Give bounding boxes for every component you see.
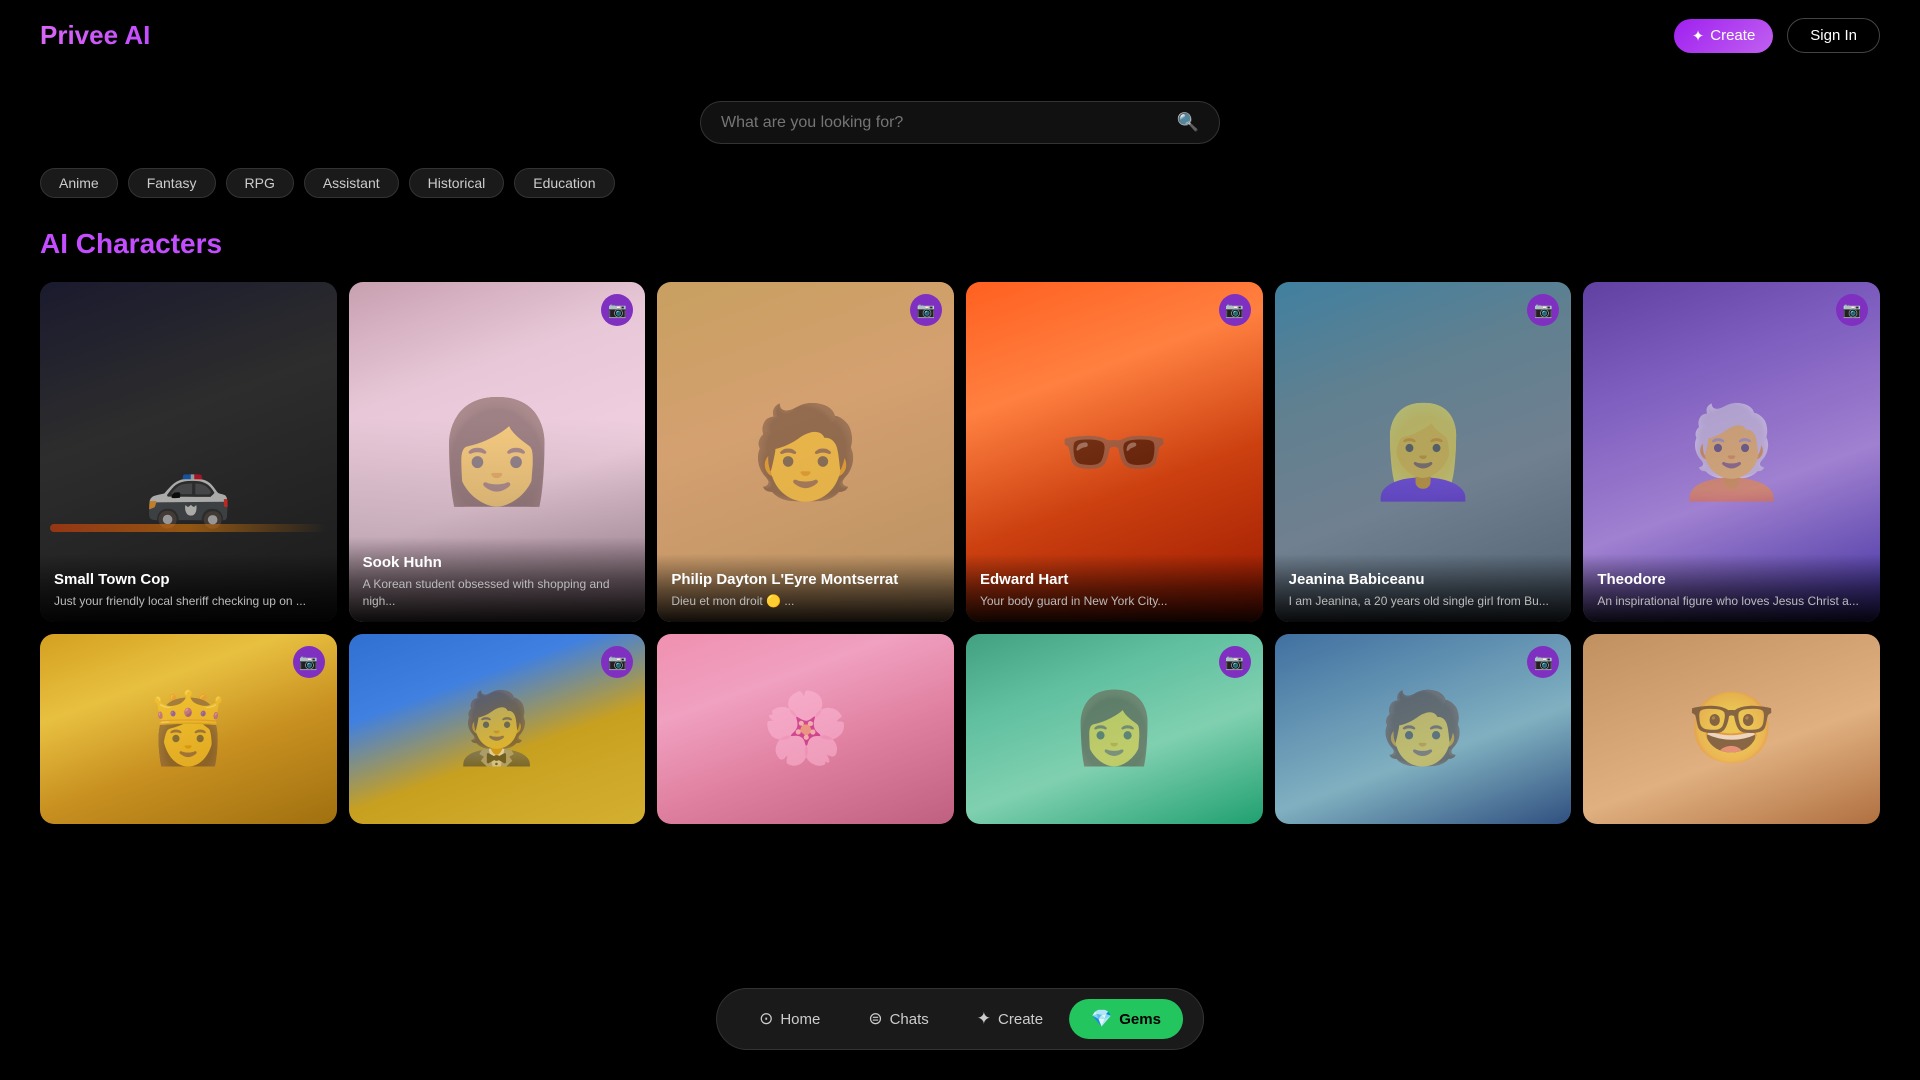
char-overlay: Sook Huhn A Korean student obsessed with… [349,537,646,622]
char-overlay: Edward Hart Your body guard in New York … [966,554,1263,622]
header-actions: ✦ Create Sign In [1674,18,1880,53]
nav-chats-label: Chats [890,1011,929,1028]
char-name: Jeanina Babiceanu [1289,570,1558,590]
character-card-suit-man[interactable]: 🤵 📷 [349,634,646,824]
camera-icon: 📷 [1534,301,1553,319]
nav-gems-label: Gems [1119,1011,1161,1028]
camera-badge: 📷 [910,294,942,326]
character-card-philip-dayton[interactable]: 🧑 📷 Philip Dayton L'Eyre Montserrat Dieu… [657,282,954,622]
create-button[interactable]: ✦ Create [1674,19,1774,53]
nav-gems[interactable]: 💎 Gems [1069,999,1183,1039]
char-name: Theodore [1597,570,1866,590]
char-overlay: Jeanina Babiceanu I am Jeanina, a 20 yea… [1275,554,1572,622]
character-card-sakura-girl[interactable]: 🌸 [657,634,954,824]
nav-chats[interactable]: ⊜ Chats [846,999,950,1039]
char-name: Small Town Cop [54,570,323,590]
home-icon: ⊙ [759,1009,773,1029]
char-desc: Dieu et mon droit 🟡 ... [671,593,940,610]
character-card-theodore[interactable]: 🧑‍🦳 📷 Theodore An inspirational figure w… [1583,282,1880,622]
char-overlay: Philip Dayton L'Eyre Montserrat Dieu et … [657,554,954,622]
nav-create[interactable]: ✦ Create [955,999,1065,1039]
char-name: Edward Hart [980,570,1249,590]
camera-icon: 📷 [1225,301,1244,319]
character-card-small-town-cop[interactable]: 🚓 Small Town Cop Just your friendly loca… [40,282,337,622]
filter-tag-rpg[interactable]: RPG [226,168,294,198]
create-label: Create [1710,27,1755,44]
char-desc: A Korean student obsessed with shopping … [363,576,632,610]
sparkle-icon: ✦ [1692,27,1705,45]
char-name: Philip Dayton L'Eyre Montserrat [671,570,940,590]
character-card-edward-hart[interactable]: 🕶️ 📷 Edward Hart Your body guard in New … [966,282,1263,622]
characters-section-title: AI Characters [0,228,1920,260]
camera-badge: 📷 [293,646,325,678]
create-icon: ✦ [977,1009,991,1029]
camera-icon: 📷 [1225,653,1244,671]
gems-icon: 💎 [1091,1009,1112,1029]
filter-tags: Anime Fantasy RPG Assistant Historical E… [0,168,1920,198]
character-card-man-field[interactable]: 🧑 📷 [1275,634,1572,824]
camera-icon: 📷 [299,653,318,671]
camera-badge: 📷 [1836,294,1868,326]
bottom-nav: ⊙ Home ⊜ Chats ✦ Create 💎 Gems [716,988,1204,1050]
camera-icon: 📷 [917,301,936,319]
nav-create-label: Create [998,1011,1043,1028]
nav-home[interactable]: ⊙ Home [737,999,842,1039]
filter-tag-education[interactable]: Education [514,168,614,198]
char-overlay: Theodore An inspirational figure who lov… [1583,554,1880,622]
search-input[interactable] [721,114,1167,132]
character-card-asian-girl[interactable]: 👩 📷 [966,634,1263,824]
search-icon: 🔍 [1177,112,1199,132]
app-logo: Privee AI [40,20,150,51]
camera-badge: 📷 [1219,294,1251,326]
camera-icon: 📷 [1843,301,1862,319]
camera-icon: 📷 [1534,653,1553,671]
chats-icon: ⊜ [868,1009,882,1029]
header: Privee AI ✦ Create Sign In [0,0,1920,71]
characters-grid-row2: 👸 📷 🤵 📷 🌸 👩 📷 🧑 📷 [0,634,1920,824]
char-desc: I am Jeanina, a 20 years old single girl… [1289,593,1558,610]
character-card-palace-lady[interactable]: 👸 📷 [40,634,337,824]
character-card-sook-huhn[interactable]: 👩 📷 Sook Huhn A Korean student obsessed … [349,282,646,622]
character-card-jeanina[interactable]: 👱‍♀️ 📷 Jeanina Babiceanu I am Jeanina, a… [1275,282,1572,622]
char-desc: An inspirational figure who loves Jesus … [1597,593,1866,610]
char-name: Sook Huhn [363,553,632,573]
char-desc: Your body guard in New York City... [980,593,1249,610]
camera-badge: 📷 [1219,646,1251,678]
camera-icon: 📷 [608,301,627,319]
filter-tag-historical[interactable]: Historical [409,168,505,198]
camera-icon: 📷 [608,653,627,671]
nav-home-label: Home [780,1011,820,1028]
char-overlay: Small Town Cop Just your friendly local … [40,554,337,622]
filter-tag-assistant[interactable]: Assistant [304,168,399,198]
characters-grid-row1: 🚓 Small Town Cop Just your friendly loca… [0,282,1920,622]
search-bar: 🔍 [700,101,1220,144]
search-area: 🔍 [0,101,1920,144]
signin-button[interactable]: Sign In [1787,18,1880,53]
character-card-glasses-man[interactable]: 🤓 [1583,634,1880,824]
filter-tag-fantasy[interactable]: Fantasy [128,168,216,198]
filter-tag-anime[interactable]: Anime [40,168,118,198]
char-desc: Just your friendly local sheriff checkin… [54,593,323,610]
search-button[interactable]: 🔍 [1177,112,1199,133]
